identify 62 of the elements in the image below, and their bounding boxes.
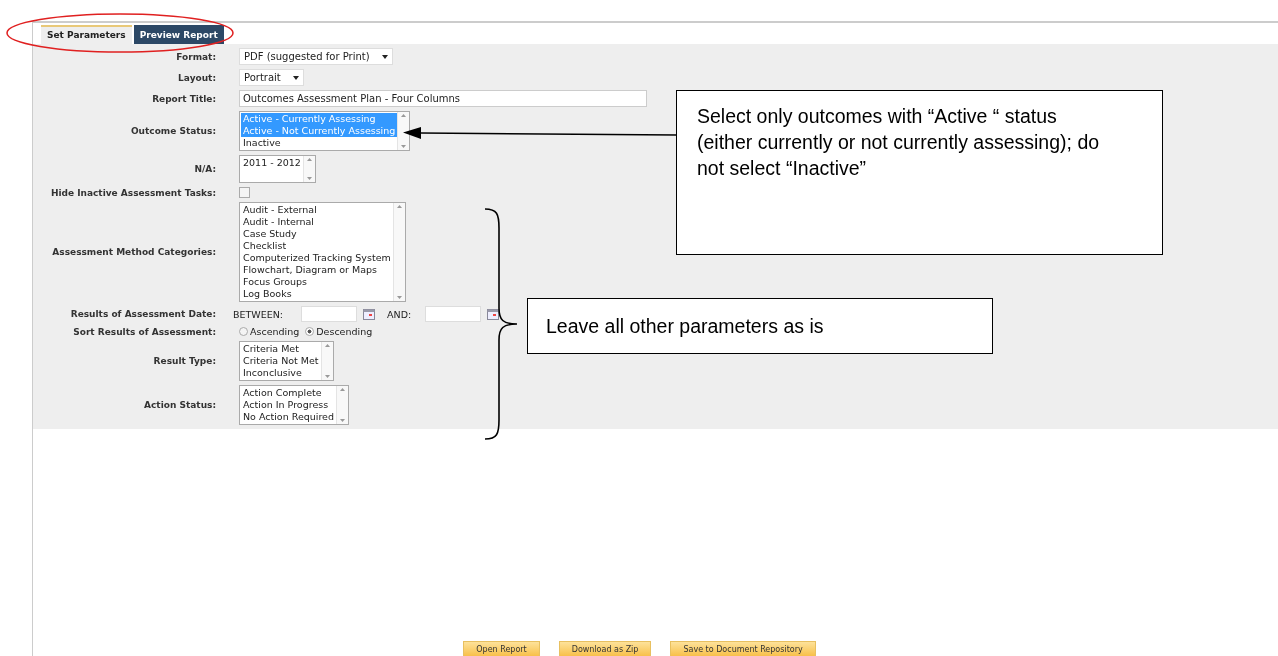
list-option[interactable]: Focus Groups	[241, 276, 393, 288]
dropdown[interactable]: PDF (suggested for Print)	[239, 48, 393, 65]
list-option[interactable]: Audit - External	[241, 204, 393, 216]
text-field[interactable]: Outcomes Assessment Plan - Four Columns	[239, 90, 647, 107]
field-label: Assessment Method Categories:	[51, 247, 216, 257]
list-option[interactable]: Computerized Tracking System	[241, 252, 393, 264]
calendar-icon[interactable]	[487, 308, 500, 320]
date-field[interactable]	[425, 306, 482, 322]
action-button[interactable]: Download as Zip	[558, 641, 652, 656]
scroll-down-icon[interactable]	[401, 145, 407, 148]
date-field[interactable]	[301, 306, 358, 322]
scroll-up-icon[interactable]	[324, 344, 330, 347]
scroll-up-icon[interactable]	[401, 114, 407, 117]
field-label: N/A:	[193, 164, 216, 174]
action-button[interactable]: Open Report	[463, 641, 540, 656]
scroll-up-icon[interactable]	[396, 205, 402, 208]
list-option[interactable]: Checklist	[241, 240, 393, 252]
radio-option[interactable]: Descending	[305, 326, 373, 337]
field-label: Hide Inactive Assessment Tasks:	[49, 187, 216, 198]
callout-note: Leave all other parameters as is	[527, 298, 993, 354]
callout-note: Select only outcomes with “Active “ status (either currently or not currently assessing); do not select “Inactive”	[676, 90, 1163, 255]
scroll-down-icon[interactable]	[324, 375, 330, 378]
scroll-down-icon[interactable]	[340, 419, 345, 422]
list-option[interactable]: Action Complete	[241, 387, 336, 399]
list-box[interactable]: Audit - External Audit - Internal Case Study Checklist Computerized Tracking System Flowchart, Diagram or Maps Focus Groups Log Books	[239, 202, 406, 302]
scroll-up-icon[interactable]	[340, 388, 345, 391]
caret-icon	[292, 75, 299, 80]
list-box[interactable]: Criteria Met Criteria Not Met Inconclusive	[239, 341, 334, 381]
radio-option[interactable]: Ascending	[239, 326, 300, 337]
field-label: Layout:	[177, 72, 216, 83]
list-option[interactable]: Action In Progress	[241, 399, 336, 411]
list-option[interactable]: Criteria Met	[241, 343, 321, 355]
field-label: Outcome Status:	[129, 126, 216, 136]
scroll-up-icon[interactable]	[306, 158, 312, 161]
list-option[interactable]: 2011 - 2012	[241, 157, 303, 169]
list-box[interactable]: Active - Currently Assessing Active - Not Currently Assessing Inactive	[239, 111, 411, 151]
tab[interactable]: Set Parameters	[41, 25, 132, 44]
field-label: BETWEEN:	[233, 308, 284, 320]
caret-icon	[381, 54, 388, 59]
field-label: Result Type:	[152, 356, 216, 366]
dropdown[interactable]: Portrait	[239, 69, 304, 86]
field-label: Results of Assessment Date:	[69, 309, 216, 319]
list-box[interactable]: Action Complete Action In Progress No Action Required	[239, 385, 349, 425]
list-option[interactable]: Audit - Internal	[241, 216, 393, 228]
field-label: AND:	[387, 308, 412, 320]
field-label: Format:	[175, 51, 216, 62]
list-option[interactable]: Inconclusive	[241, 367, 321, 379]
field-label: Sort Results of Assessment:	[72, 326, 216, 337]
list-option[interactable]: Criteria Not Met	[241, 355, 321, 367]
scroll-down-icon[interactable]	[306, 177, 312, 180]
checkbox[interactable]	[239, 187, 250, 198]
list-option[interactable]: Case Study	[241, 228, 393, 240]
list-box[interactable]: 2011 - 2012	[239, 155, 316, 183]
field-label: Action Status:	[143, 400, 216, 410]
list-option[interactable]: Flowchart, Diagram or Maps	[241, 264, 393, 276]
tab[interactable]: Preview Report	[133, 25, 224, 44]
scroll-down-icon[interactable]	[396, 296, 402, 299]
list-option[interactable]: Inactive	[241, 137, 398, 149]
list-option[interactable]: Log Books	[241, 288, 393, 300]
action-button[interactable]: Save to Document Repository	[670, 641, 816, 656]
list-option[interactable]: No Action Required	[241, 411, 336, 423]
field-label: Report Title:	[151, 93, 216, 104]
